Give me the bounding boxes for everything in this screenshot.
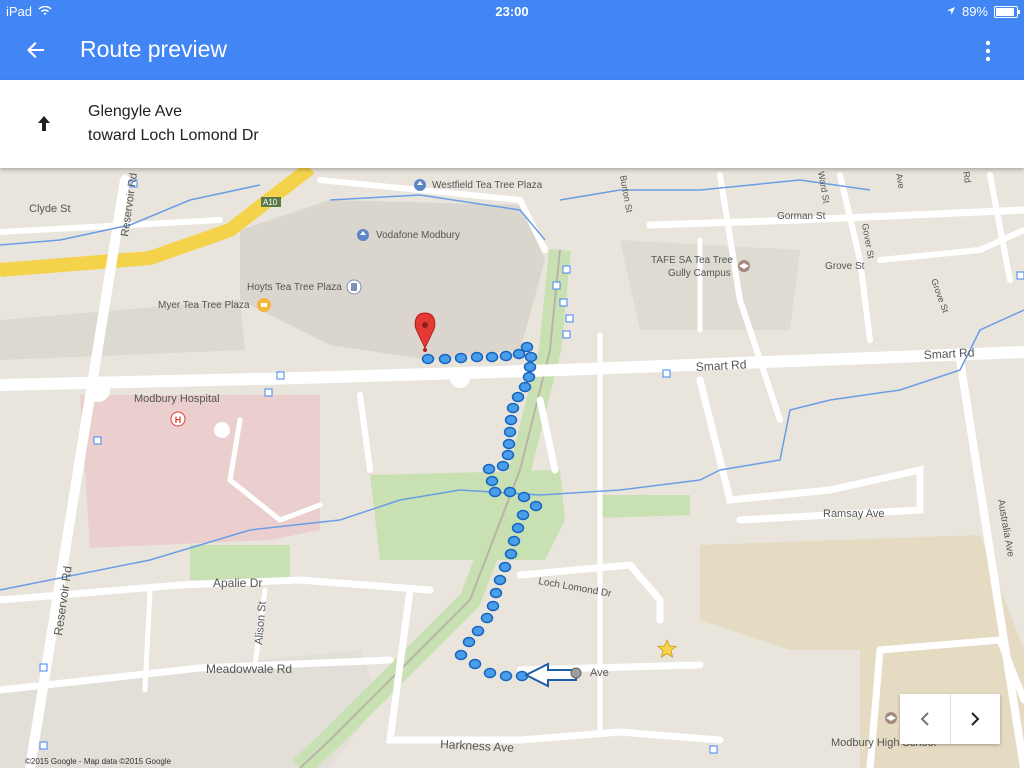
map-label: Clyde St — [29, 203, 71, 215]
map-copyright: ©2015 Google - Map data ©2015 Google — [25, 757, 172, 766]
status-bar: iPad 23:00 89% — [0, 0, 1024, 22]
step-navigation — [900, 694, 1000, 744]
shopping-poi-icon — [357, 229, 369, 241]
battery-percent: 89% — [961, 4, 988, 19]
overflow-menu-button[interactable] — [976, 38, 1000, 64]
arrow-back-icon — [27, 42, 44, 58]
app-bar: iPad 23:00 89% Route preview — [0, 0, 1024, 80]
map-label: Modbury Hospital — [134, 393, 220, 405]
svg-text:H: H — [175, 415, 182, 425]
map-label: Gully Campus — [668, 268, 731, 279]
chevron-left-icon — [920, 712, 929, 726]
direction-panel[interactable]: Glengyle Ave toward Loch Lomond Dr — [0, 80, 1024, 168]
next-step-button[interactable] — [951, 694, 1001, 744]
hospital-poi-icon: H — [170, 411, 186, 427]
more-vert-icon — [985, 40, 991, 62]
map-label: Ave — [590, 667, 609, 679]
map-label: Ramsay Ave — [823, 508, 885, 520]
chevron-right-icon — [971, 712, 980, 726]
direction-street: Glengyle Ave — [88, 103, 182, 120]
map-label: Hoyts Tea Tree Plaza — [247, 282, 342, 293]
school-poi-icon — [738, 260, 750, 272]
page-title: Route preview — [80, 36, 228, 62]
map-label: Grove St — [825, 261, 865, 272]
map-label: A10 — [263, 198, 278, 207]
map-label: Rd — [961, 171, 973, 184]
map-label: Apalie Dr — [213, 576, 262, 590]
park-area — [370, 470, 565, 560]
map-label: Smart Rd — [923, 345, 974, 362]
location-arrow-icon — [946, 4, 956, 19]
map-label: TAFE SA Tea Tree — [651, 255, 733, 266]
direction-toward: toward Loch Lomond Dr — [88, 127, 259, 144]
arrow-up-icon — [36, 114, 52, 134]
map-label: Smart Rd — [695, 357, 746, 374]
battery-icon — [994, 5, 1020, 18]
map-label: Vodafone Modbury — [376, 230, 460, 241]
school-poi-icon — [885, 712, 897, 724]
map-label: Gorman St — [777, 211, 826, 222]
cinema-poi-icon — [346, 279, 362, 295]
hospital-area — [80, 395, 320, 548]
map-label: Myer Tea Tree Plaza — [158, 300, 250, 311]
map-label: Meadowvale Rd — [206, 662, 292, 676]
status-time: 23:00 — [495, 4, 529, 19]
battery-fill — [996, 7, 1014, 16]
shopping-poi-icon — [414, 179, 426, 191]
previous-step-button[interactable] — [900, 694, 951, 744]
map-label: Westfield Tea Tree Plaza — [432, 180, 543, 191]
cafe-poi-icon — [257, 298, 271, 312]
back-button[interactable] — [22, 36, 52, 64]
